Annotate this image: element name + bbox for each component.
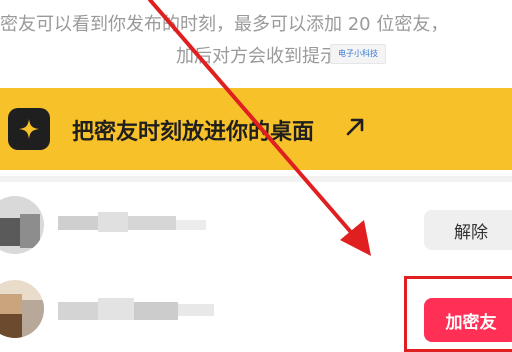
sparkle-icon [8,108,50,150]
info-text-area: 密友可以看到你发布的时刻，最多可以添加 20 位密友， 加后对方会收到提示 电子… [0,0,512,80]
blurred-name [128,216,176,230]
watermark-label: 电子小科技 [330,44,386,64]
blurred-name [58,216,98,230]
blurred-name [58,302,98,320]
remove-friend-button[interactable]: 解除 [424,210,512,250]
blurred-name [134,302,178,320]
arrow-up-right-icon [344,116,366,138]
avatar [0,280,44,338]
blurred-name [178,304,214,316]
info-text-line1: 密友可以看到你发布的时刻，最多可以添加 20 位密友， [0,14,449,35]
info-text-line2: 加后对方会收到提示 [176,46,338,67]
banner-label: 把密友时刻放进你的桌面 [72,120,315,145]
annotation-highlight-box [404,276,512,352]
blurred-name [176,220,206,230]
desktop-widget-banner[interactable]: 把密友时刻放进你的桌面 [0,88,512,170]
blurred-name [98,212,128,232]
friend-list-item: 解除 [0,190,512,260]
blurred-name [98,298,134,320]
avatar [0,196,44,254]
section-divider [0,176,512,182]
